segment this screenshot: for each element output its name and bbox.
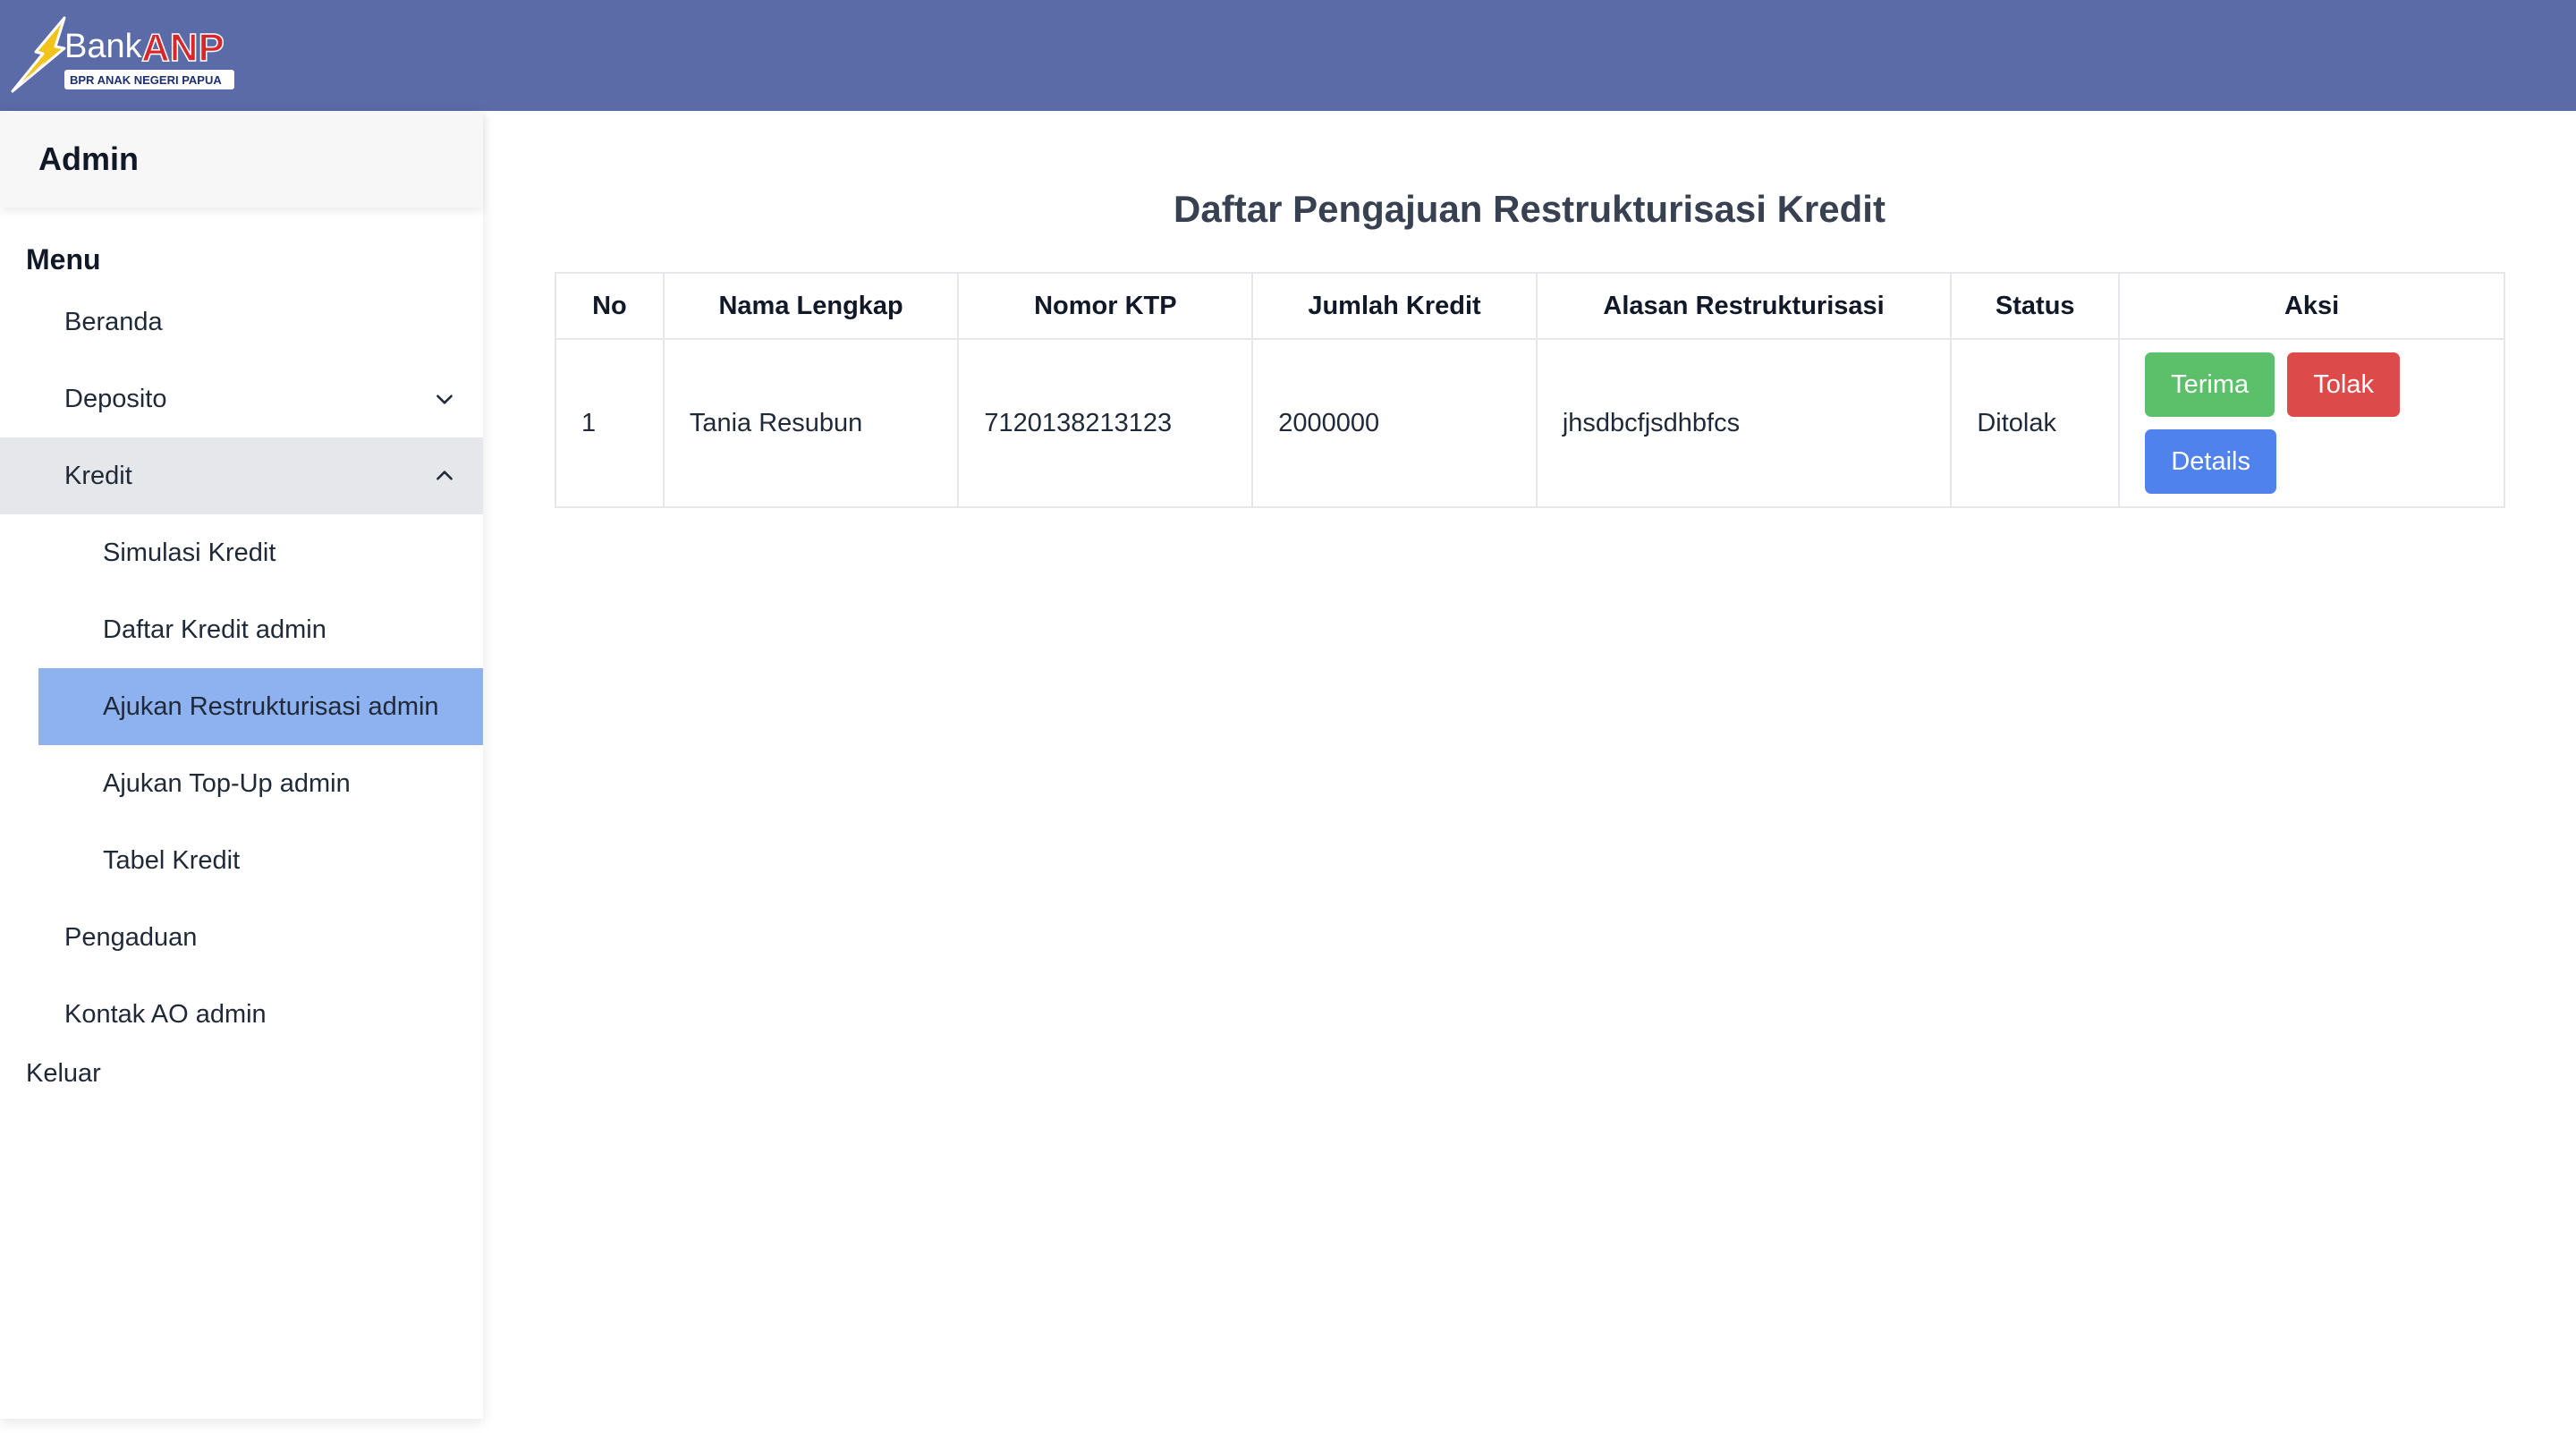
main-content: Daftar Pengajuan Restrukturisasi Kredit …: [483, 111, 2576, 1433]
column-header-nama: Nama Lengkap: [662, 272, 960, 340]
sidebar-subitem-restrukturisasi[interactable]: Ajukan Restrukturisasi admin: [38, 668, 483, 745]
logout-link[interactable]: Keluar: [0, 1054, 483, 1093]
column-header-ktp: Nomor KTP: [957, 272, 1254, 340]
restructuring-table: No Nama Lengkap Nomor KTP Jumlah Kredit …: [555, 272, 2505, 508]
sidebar: Admin Menu Beranda Deposito Kredit Simul…: [0, 111, 483, 1419]
chevron-up-icon: [436, 471, 453, 480]
cell-jumlah: 2000000: [1251, 338, 1538, 508]
logo-graphic: Bank ANP BPR ANAK NEGERI PAPUA: [11, 16, 234, 93]
logo-bank-text: Bank: [64, 28, 143, 65]
accept-button[interactable]: Terima: [2145, 352, 2275, 417]
bank-anp-logo[interactable]: Bank ANP BPR ANAK NEGERI PAPUA: [9, 11, 238, 102]
details-button[interactable]: Details: [2145, 429, 2277, 494]
column-header-no: No: [555, 272, 665, 340]
sidebar-header: Admin: [0, 111, 483, 208]
action-button-row: Terima Tolak: [2145, 352, 2479, 417]
cell-nama: Tania Resubun: [662, 338, 960, 508]
sidebar-item-pengaduan[interactable]: Pengaduan: [0, 899, 483, 976]
cell-ktp: 7120138213123: [957, 338, 1254, 508]
sidebar-subitem-tabel-kredit[interactable]: Tabel Kredit: [38, 822, 483, 899]
sidebar-item-label: Beranda: [64, 307, 163, 336]
logo-anp-text: ANP: [141, 26, 225, 70]
sidebar-subitem-label: Tabel Kredit: [103, 845, 241, 875]
sidebar-subitem-label: Daftar Kredit admin: [103, 615, 326, 644]
sidebar-nav: Beranda Deposito Kredit Simulasi Kredit …: [0, 284, 483, 1053]
table-header-row: No Nama Lengkap Nomor KTP Jumlah Kredit …: [555, 272, 2505, 340]
column-header-alasan: Alasan Restrukturisasi: [1535, 272, 1953, 340]
menu-heading: Menu: [26, 242, 101, 276]
column-header-jumlah: Jumlah Kredit: [1251, 272, 1538, 340]
sidebar-item-beranda[interactable]: Beranda: [0, 284, 483, 360]
sidebar-subitem-label: Simulasi Kredit: [103, 538, 276, 567]
page-title: Daftar Pengajuan Restrukturisasi Kredit: [1174, 188, 1885, 230]
table-row: 1 Tania Resubun 7120138213123 2000000 jh…: [555, 338, 2505, 508]
column-header-status: Status: [1950, 272, 2121, 340]
sidebar-item-kontak[interactable]: Kontak AO admin: [0, 976, 483, 1053]
sidebar-item-label: Kontak AO admin: [64, 999, 267, 1029]
chevron-down-icon: [436, 394, 453, 404]
sidebar-item-label: Deposito: [64, 384, 167, 413]
sidebar-subitem-simulasi-kredit[interactable]: Simulasi Kredit: [38, 514, 483, 591]
cell-aksi: Terima Tolak Details: [2118, 338, 2505, 508]
sidebar-item-label: Kredit: [64, 461, 132, 490]
sidebar-item-deposito[interactable]: Deposito: [0, 360, 483, 437]
cell-status: Ditolak: [1950, 338, 2121, 508]
cell-alasan: jhsdbcfjsdhbfcs: [1535, 338, 1953, 508]
column-header-aksi: Aksi: [2118, 272, 2505, 340]
sidebar-subitem-label: Ajukan Restrukturisasi admin: [103, 691, 439, 721]
sidebar-subitem-daftar-kredit[interactable]: Daftar Kredit admin: [38, 591, 483, 668]
cell-no: 1: [555, 338, 665, 508]
sidebar-subitem-label: Ajukan Top-Up admin: [103, 768, 351, 798]
sidebar-item-label: Pengaduan: [64, 922, 198, 952]
logo-tagline: BPR ANAK NEGERI PAPUA: [70, 73, 222, 87]
sidebar-item-kredit[interactable]: Kredit: [0, 437, 483, 514]
sidebar-subitem-topup[interactable]: Ajukan Top-Up admin: [38, 745, 483, 822]
top-bar: Bank ANP BPR ANAK NEGERI PAPUA: [0, 0, 2576, 111]
reject-button[interactable]: Tolak: [2287, 352, 2401, 417]
